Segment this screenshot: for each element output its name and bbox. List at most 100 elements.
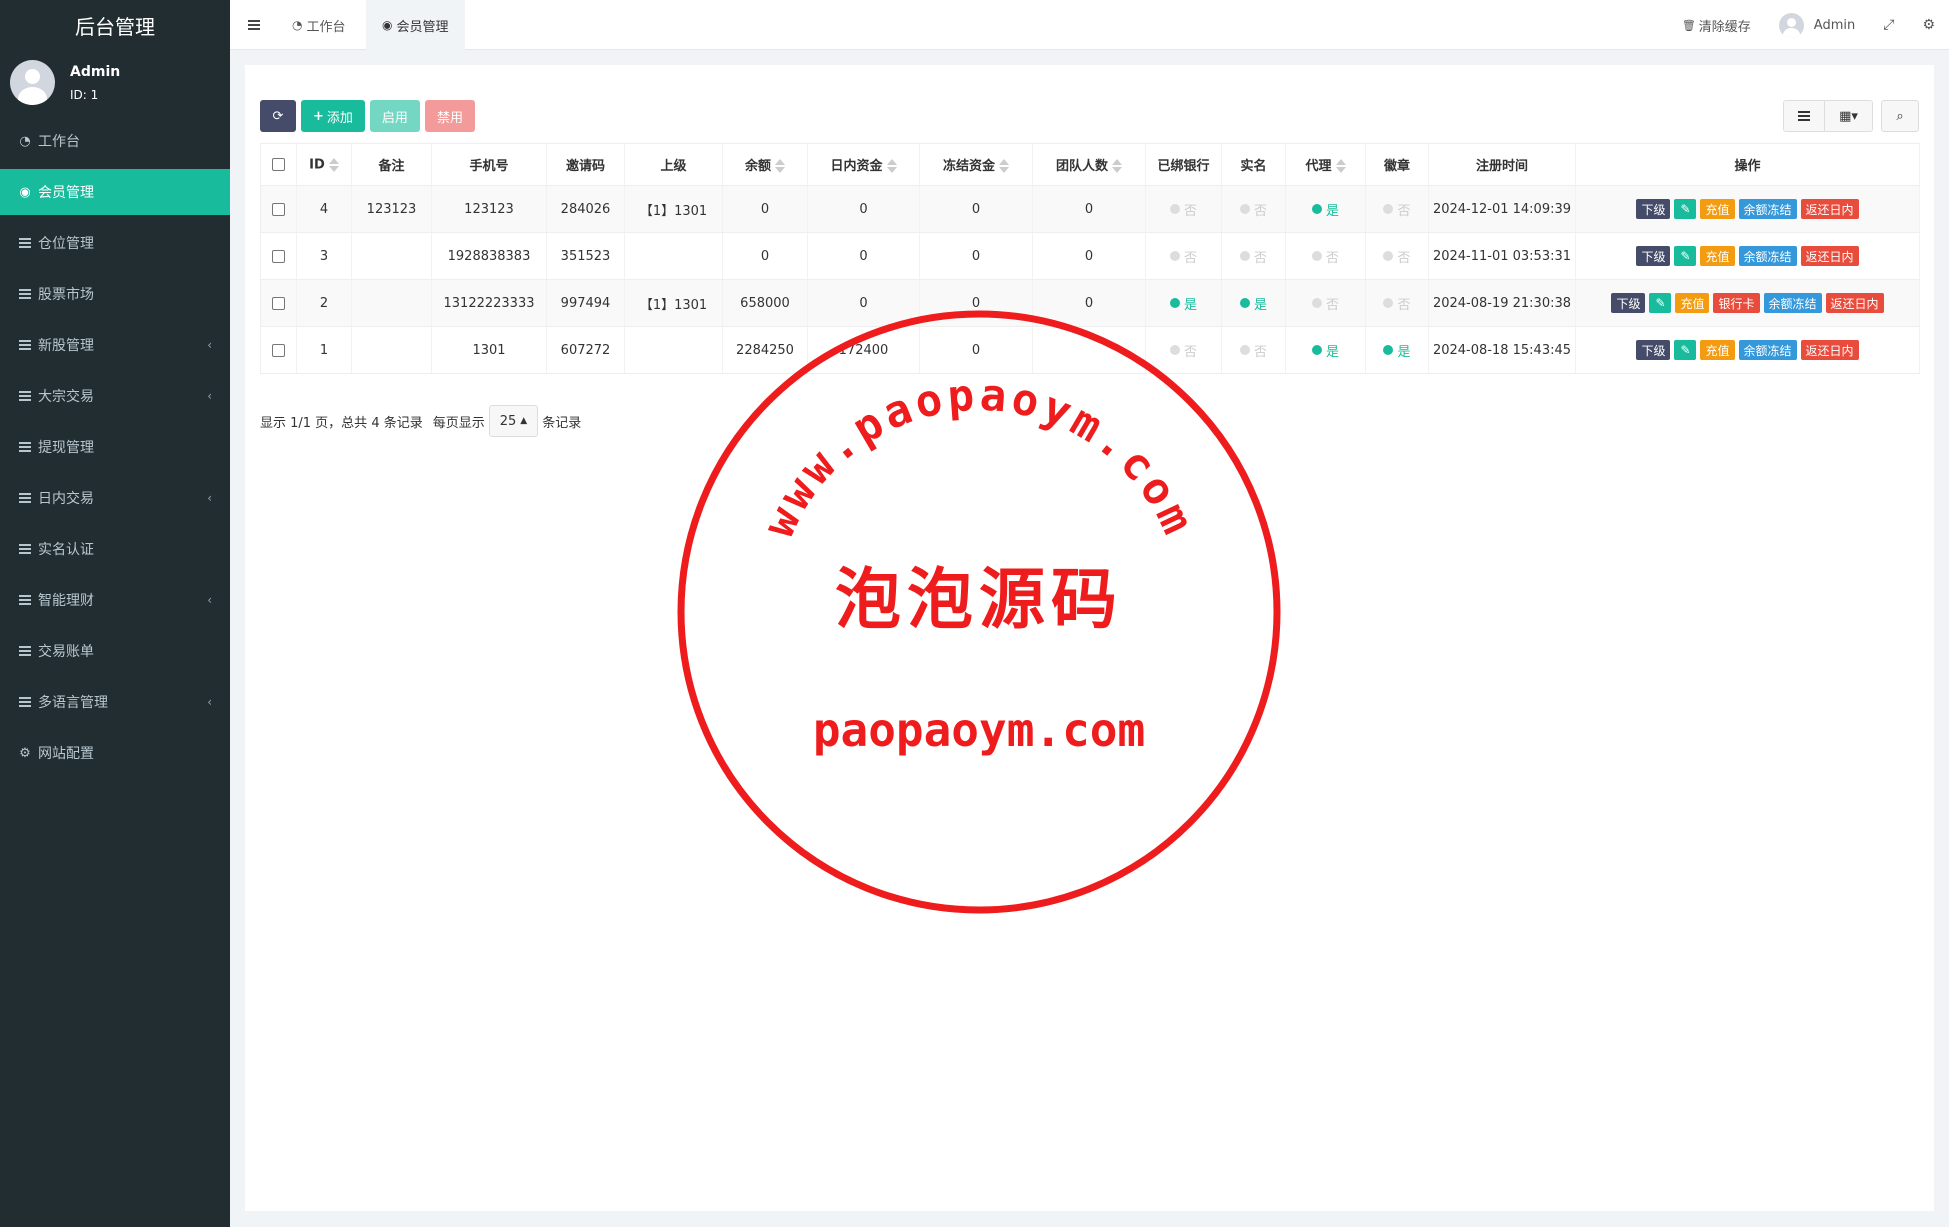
cell-parent: 【1】1301 (624, 279, 723, 327)
op-button[interactable]: 银行卡 (1713, 293, 1760, 313)
table-row: 3 1928838383 351523 0 0 0 0 否否否否 2024-11-01 03:5… (260, 232, 1920, 280)
op-button[interactable]: 余额冻结 (1738, 340, 1797, 360)
column-header[interactable]: ID (296, 143, 352, 186)
status-yes: 是 (1169, 294, 1197, 313)
sidebar-item[interactable]: ◔ 工作台 (0, 118, 230, 164)
list-icon (18, 391, 32, 401)
chevron-left-icon: ‹ (207, 695, 212, 709)
select-all-checkbox[interactable] (260, 143, 297, 186)
sort-icon[interactable] (328, 157, 339, 173)
op-button[interactable]: 返还日内 (1800, 340, 1859, 360)
op-button[interactable]: 下级 (1636, 340, 1671, 360)
cell-parent: 【1】1301 (624, 185, 723, 233)
status-text: 否 (1397, 203, 1411, 219)
op-button[interactable]: 充值 (1700, 246, 1735, 266)
column-header[interactable]: 冻结资金 (919, 143, 1033, 186)
op-button[interactable]: 余额冻结 (1763, 293, 1822, 313)
list-view-button[interactable] (1783, 100, 1825, 132)
sort-icon[interactable] (886, 158, 897, 174)
sidebar-item[interactable]: 新股管理 ‹ (0, 322, 230, 368)
sidebar-item[interactable]: 大宗交易 ‹ (0, 373, 230, 419)
trash-icon: 🗑 (1681, 18, 1696, 32)
row-checkbox[interactable] (260, 279, 297, 327)
sort-icon[interactable] (775, 158, 785, 174)
sidebar-item[interactable]: 多语言管理 ‹ (0, 679, 230, 725)
row-checkbox[interactable] (260, 326, 297, 374)
column-header-label: 代理 (1305, 158, 1332, 174)
row-checkbox[interactable] (260, 185, 297, 233)
tab-member-management[interactable]: ◉ 会员管理 (366, 0, 465, 50)
fullscreen-icon[interactable]: ⤢ (1869, 17, 1908, 33)
column-header[interactable]: 团队人数 (1032, 143, 1146, 186)
op-button[interactable]: 返还日内 (1800, 246, 1859, 266)
cell-remark (351, 279, 432, 327)
user-circle-icon: ◉ (19, 184, 31, 200)
cell-balance: 658000 (722, 279, 808, 327)
disable-button[interactable]: 禁用 (424, 100, 475, 132)
column-header[interactable]: 日内资金 (807, 143, 920, 186)
page-summary: 显示 1/1 页，总共 4 条记录 (260, 415, 423, 431)
status-dot-icon (1239, 345, 1250, 355)
op-button[interactable]: 下级 (1611, 293, 1646, 313)
cell-realname: 是 (1221, 279, 1286, 327)
op-button[interactable]: 充值 (1675, 293, 1710, 313)
sidebar-item[interactable]: 仓位管理 (0, 220, 230, 266)
op-button[interactable]: 余额冻结 (1738, 246, 1797, 266)
op-button[interactable]: 下级 (1636, 246, 1671, 266)
op-button[interactable]: 余额冻结 (1738, 199, 1797, 219)
op-button[interactable]: 返还日内 (1800, 199, 1859, 219)
clear-cache-button[interactable]: 🗑 清除缓存 (1668, 16, 1765, 35)
user-menu[interactable]: Admin (1765, 12, 1869, 38)
list-icon (18, 493, 32, 503)
sidebar-item[interactable]: ◉ 会员管理 (0, 169, 230, 215)
edit-button[interactable]: ✎ (1674, 340, 1697, 360)
sidebar-item[interactable]: 股票市场 (0, 271, 230, 317)
columns-dropdown-button[interactable]: ▦▾ (1825, 100, 1873, 132)
row-checkbox[interactable] (260, 232, 297, 280)
sort-icon[interactable] (999, 158, 1009, 174)
tab-dashboard[interactable]: ◔ 工作台 (276, 0, 362, 50)
column-header-label: 注册时间 (1475, 159, 1528, 174)
op-button[interactable]: 返还日内 (1825, 293, 1884, 313)
refresh-button[interactable]: ⟳ (260, 100, 296, 132)
per-page-select[interactable]: 25 ▲ (488, 405, 539, 437)
column-header-label: 手机号 (469, 159, 509, 174)
search-button[interactable]: ⌕ (1881, 100, 1919, 132)
list-icon (18, 238, 32, 248)
op-button[interactable]: 充值 (1700, 199, 1735, 219)
sidebar-item[interactable]: 日内交易 ‹ (0, 475, 230, 521)
table-body: 4 123123 123123 284026 【1】1301 0 0 0 0 否否是否 2024-1… (260, 185, 1920, 374)
list-icon (18, 442, 32, 452)
cell-reg-time: 2024-08-18 15:43:45 (1428, 326, 1576, 374)
sort-icon[interactable] (1112, 158, 1122, 174)
status-dot-icon (1169, 298, 1180, 308)
cell-frozen: 0 (919, 326, 1033, 374)
cell-operations: 下级 ✎ 充值 余额冻结 返还日内 (1575, 185, 1920, 233)
add-button[interactable]: + 添加 (301, 100, 365, 132)
pencil-icon: ✎ (1655, 296, 1666, 310)
sidebar-item[interactable]: 交易账单 (0, 628, 230, 674)
per-page-label: 每页显示 (432, 415, 485, 431)
column-header[interactable]: 余额 (722, 143, 808, 186)
edit-button[interactable]: ✎ (1674, 199, 1697, 219)
sidebar-item[interactable]: ⚙ 网站配置 (0, 730, 230, 776)
cell-badge: 否 (1365, 279, 1429, 327)
sidebar-item[interactable]: 实名认证 (0, 526, 230, 572)
enable-button[interactable]: 启用 (369, 100, 420, 132)
op-button[interactable]: 充值 (1700, 340, 1735, 360)
status-no: 否 (1169, 247, 1197, 266)
column-header[interactable]: 代理 (1285, 143, 1366, 186)
settings-icon[interactable]: ⚙ (1908, 17, 1949, 33)
edit-button[interactable]: ✎ (1674, 246, 1697, 266)
sidebar-item[interactable]: 智能理财 ‹ (0, 577, 230, 623)
status-text: 否 (1253, 203, 1267, 219)
status-text: 是 (1253, 297, 1267, 313)
brand-title[interactable]: 后台管理 (0, 0, 230, 50)
edit-button[interactable]: ✎ (1649, 293, 1672, 313)
sidebar-item-label: 日内交易 (38, 491, 94, 507)
status-no: 否 (1383, 247, 1411, 266)
op-button[interactable]: 下级 (1636, 199, 1671, 219)
sort-icon[interactable] (1335, 158, 1346, 174)
sidebar-toggle-icon[interactable] (248, 18, 260, 34)
sidebar-item[interactable]: 提现管理 (0, 424, 230, 470)
